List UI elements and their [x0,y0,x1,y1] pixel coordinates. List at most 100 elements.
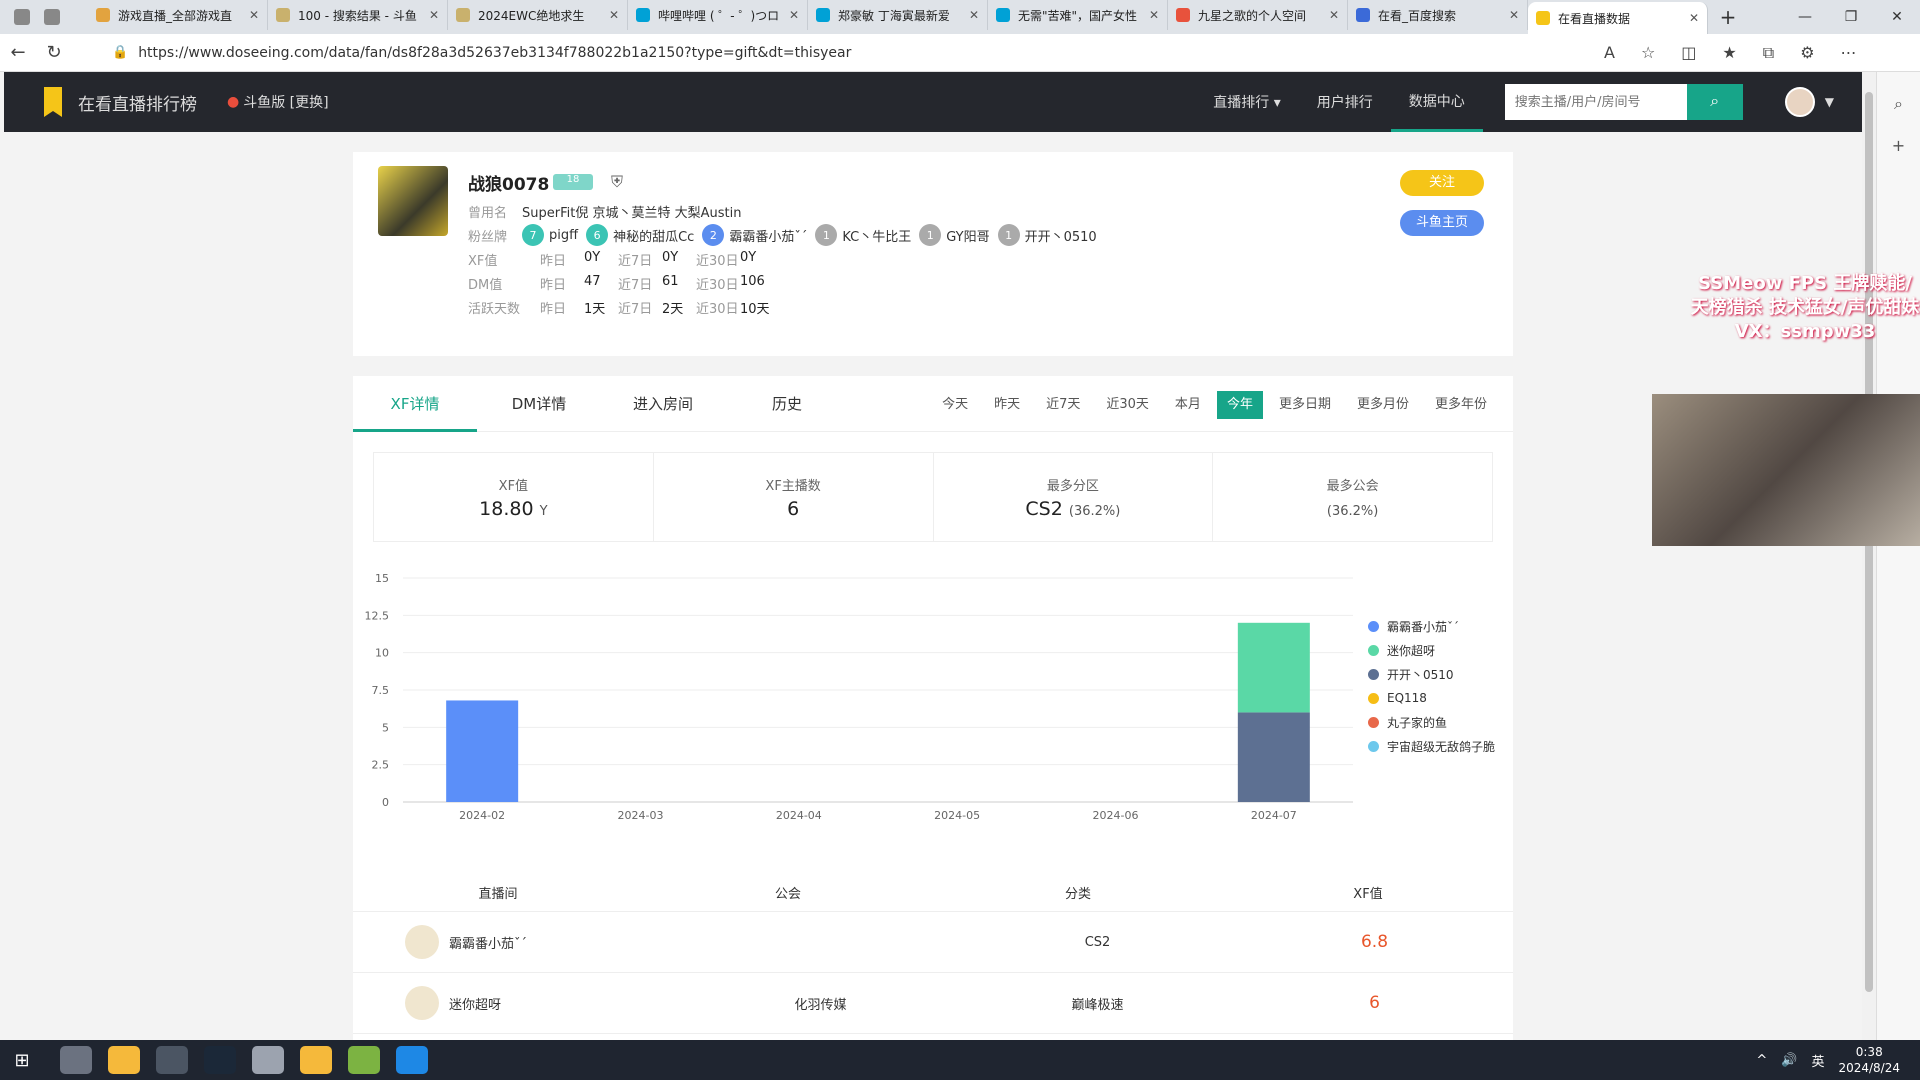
url-field[interactable]: 🔒 https://www.doseeing.com/data/fan/ds8f… [94,38,1574,68]
fan-badge[interactable]: 1 GY阳哥 [919,224,990,246]
legend-item[interactable]: 迷你超呀 [1368,638,1495,662]
profile-icon[interactable] [14,9,30,25]
windows-start-icon[interactable]: ⊞ [0,1050,44,1071]
tab-favicon-icon [456,8,470,22]
date-filter-option[interactable]: 昨天 [984,391,1030,419]
y-tick-label: 15 [375,572,389,585]
browser-tab[interactable]: 在看直播数据 ✕ [1528,2,1708,34]
more-menu-icon[interactable]: ⋯ [1841,43,1857,63]
table-row[interactable]: 迷你超呀 化羽传媒 巅峰极速 6 [353,973,1513,1034]
col-guild: 公会 [774,887,801,902]
fan-badge[interactable]: 2 霸霸番小茄ˇˊ [702,224,807,246]
menu-live-ranking[interactable]: 直播排行 ▾ [1195,72,1298,132]
date-filter-option[interactable]: 近7天 [1036,391,1090,419]
date-filter-option[interactable]: 近30天 [1096,391,1159,419]
close-tab-icon[interactable]: ✕ [1149,8,1159,22]
summary-caption: XF主播数 [765,479,821,494]
browser-tab[interactable]: 100 - 搜索结果 - 斗鱼 ✕ [268,0,448,30]
restore-button[interactable]: ❐ [1828,9,1874,25]
search-sidebar-icon[interactable]: ⌕ [1877,94,1920,114]
legend-item[interactable]: 开开丶0510 [1368,662,1495,686]
room-cell[interactable]: 迷你超呀 [353,986,682,1020]
browser-tab[interactable]: 2024EWC绝地求生 ✕ [448,0,628,30]
close-tab-icon[interactable]: ✕ [1509,8,1519,22]
table-header: 直播间 公会 分类 XF值 [353,874,1513,912]
tab-enter-room[interactable]: 进入房间 [601,376,725,432]
extensions-icon[interactable]: ⚙ [1800,43,1814,63]
close-tab-icon[interactable]: ✕ [1329,8,1339,22]
room-cell[interactable]: 霸霸番小茄ˇˊ [353,925,682,959]
close-window-button[interactable]: ✕ [1874,9,1920,25]
site-name[interactable]: 在看直播排行榜 [78,90,197,115]
refresh-icon[interactable]: ↻ [36,42,72,63]
browser-tab[interactable]: 郑豪敏 丁海寅最新爱 ✕ [808,0,988,30]
legend-item[interactable]: 霸霸番小茄ˇˊ [1368,614,1495,638]
site-logo[interactable] [44,87,62,117]
app-icon[interactable] [108,1046,140,1074]
clock[interactable]: 0:38 2024/8/24 [1838,1044,1900,1076]
ime-indicator[interactable]: 英 [1811,1051,1824,1070]
date-filter-option[interactable]: 今天 [932,391,978,419]
browser-tab[interactable]: 无需"苦难"，国产女性 ✕ [988,0,1168,30]
fan-badge[interactable]: 1 开开丶0510 [997,224,1097,246]
date-filter-option[interactable]: 更多月份 [1347,391,1419,419]
obs-icon[interactable] [156,1046,188,1074]
add-sidebar-icon[interactable]: + [1877,136,1920,155]
chevron-down-icon[interactable]: ▼ [1825,95,1834,109]
tab-xf-detail[interactable]: XF详情 [353,376,477,432]
fan-badge[interactable]: 1 KC丶牛比王 [815,224,911,246]
y-tick-label: 12.5 [365,609,390,622]
date-filter-option[interactable]: 更多日期 [1269,391,1341,419]
date-filter-option[interactable]: 今年 [1216,391,1263,419]
legend-item[interactable]: 丸子家的鱼 [1368,710,1495,734]
tab-history[interactable]: 历史 [725,376,849,432]
fan-badge[interactable]: 6 神秘的甜瓜Cc [586,224,694,246]
close-tab-icon[interactable]: ✕ [429,8,439,22]
search-button[interactable]: ⌕ [1686,84,1743,120]
tab-actions-icon[interactable] [44,9,60,25]
back-icon[interactable]: ← [0,42,36,63]
close-tab-icon[interactable]: ✕ [249,8,259,22]
follow-button[interactable]: 关注 [1400,170,1484,196]
steam-icon[interactable] [204,1046,236,1074]
user-avatar[interactable] [1784,87,1815,117]
tray-chevron-icon[interactable]: ^ [1756,1053,1767,1068]
browser-tab-strip: 游戏直播_全部游戏直 ✕ 100 - 搜索结果 - 斗鱼 ✕ 2024EWC绝地求生 ✕ 哔… [0,0,1920,34]
app-icon[interactable] [300,1046,332,1074]
favorites-icon[interactable]: ★ [1722,43,1736,63]
fan-name: 开开丶0510 [1024,229,1097,245]
region-switcher[interactable]: ● 斗鱼版 [更换] [227,92,329,112]
read-aloud-icon[interactable]: A [1604,43,1615,63]
legend-item[interactable]: 宇宙超级无敌鸽子脆 [1368,734,1495,758]
close-tab-icon[interactable]: ✕ [609,8,619,22]
browser-tab[interactable]: 游戏直播_全部游戏直 ✕ [88,0,268,30]
menu-data-center[interactable]: 数据中心 [1390,72,1483,132]
room-avatar [405,986,439,1020]
close-tab-icon[interactable]: ✕ [789,8,799,22]
fan-badge[interactable]: 7 pigff [522,224,578,246]
new-tab-button[interactable]: + [1708,5,1748,29]
browser-tab[interactable]: 在看_百度搜索 ✕ [1348,0,1528,30]
date-filter-option[interactable]: 更多年份 [1425,391,1497,419]
app-icon[interactable] [348,1046,380,1074]
tab-dm-detail[interactable]: DM详情 [477,376,601,432]
split-screen-icon[interactable]: ◫ [1681,43,1696,63]
close-tab-icon[interactable]: ✕ [1689,11,1699,25]
legend-item[interactable]: EQ118 [1368,686,1495,710]
close-tab-icon[interactable]: ✕ [969,8,979,22]
volume-icon[interactable]: 🔊 [1781,1053,1797,1068]
page-scrollbar[interactable] [1862,72,1876,1040]
favorite-star-icon[interactable]: ☆ [1641,43,1655,63]
browser-tab[interactable]: 哔哩哔哩 ( ゜- ゜)つロ ✕ [628,0,808,30]
collections-icon[interactable]: ⧉ [1763,43,1774,63]
minimize-button[interactable]: — [1782,9,1828,25]
menu-user-ranking[interactable]: 用户排行 [1299,72,1391,132]
app-icon[interactable] [252,1046,284,1074]
date-filter-option[interactable]: 本月 [1165,391,1211,419]
edge-icon[interactable] [396,1046,428,1074]
douyu-home-button[interactable]: 斗鱼主页 [1400,210,1484,236]
search-input[interactable] [1504,84,1687,120]
browser-tab[interactable]: 九星之歌的个人空间 ✕ [1168,0,1348,30]
table-row[interactable]: 霸霸番小茄ˇˊ CS2 6.8 [353,912,1513,973]
app-icon[interactable] [60,1046,92,1074]
